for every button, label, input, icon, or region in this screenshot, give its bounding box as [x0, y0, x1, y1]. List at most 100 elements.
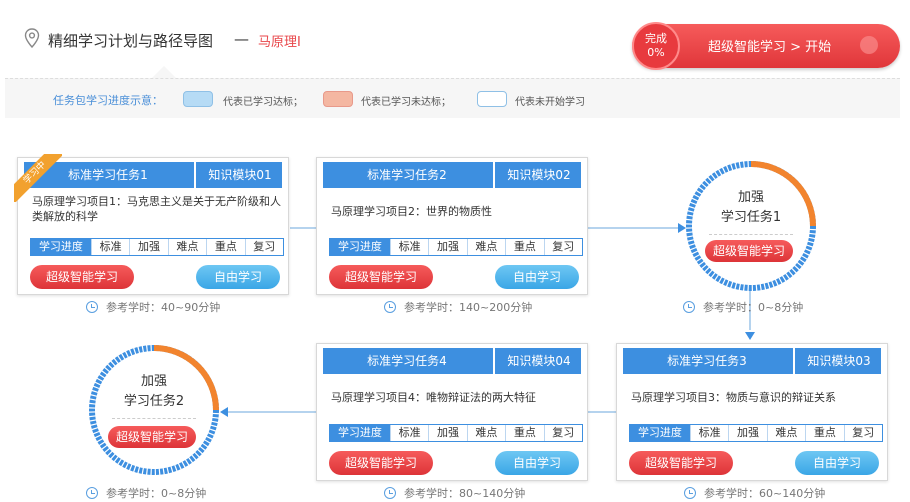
tab-review[interactable]: 复习: [244, 239, 283, 255]
smart-learning-button[interactable]: 超级智能学习: [329, 451, 433, 475]
task-card-2: 标准学习任务2 知识模块02 马原理学习项目2：世界的物质性 学习进度 标准 加…: [316, 157, 588, 295]
page-title: 精细学习计划与路径导图: [48, 32, 214, 50]
start-smart-learning-label: 超级智能学习 > 开始: [708, 40, 832, 55]
start-smart-learning-button[interactable]: 完成 0% 超级智能学习 > 开始: [632, 22, 900, 70]
task-description: 马原理学习项目1：马克思主义是关于无产阶级和人类解放的科学: [32, 195, 281, 223]
task-description: 马原理学习项目2：世界的物质性: [331, 205, 492, 218]
clock-icon: [384, 301, 396, 313]
reference-time: 参考学时：0~8分钟: [86, 485, 206, 501]
reinforce-line2: 学习任务1: [720, 210, 782, 225]
legend-label-not-passed: 代表已学习未达标；: [361, 97, 451, 108]
free-learning-button[interactable]: 自由学习: [495, 265, 579, 289]
task-description: 马原理学习项目4：唯物辩证法的两大特征: [331, 391, 536, 404]
reinforce-line1: 加强: [140, 374, 167, 389]
tab-reinforce[interactable]: 加强: [428, 425, 466, 441]
task-name: 标准学习任务4: [367, 354, 447, 368]
tab-key-points[interactable]: 重点: [505, 425, 543, 441]
task-tabs: 学习进度 标准 加强 难点 重点 复习: [30, 238, 284, 256]
clock-icon: [86, 487, 98, 499]
free-learning-button[interactable]: 自由学习: [795, 451, 879, 475]
task-name: 标准学习任务3: [667, 354, 747, 368]
location-pin-icon: [24, 28, 40, 48]
tab-standard[interactable]: 标准: [389, 239, 428, 255]
completion-percent: 0%: [647, 46, 665, 59]
tab-reinforce[interactable]: 加强: [129, 239, 167, 255]
reinforce-ring: [89, 345, 219, 475]
tab-difficult[interactable]: 难点: [766, 425, 805, 441]
reinforce-smart-learning-button[interactable]: 超级智能学习: [108, 426, 196, 448]
course-name: 马原理I: [258, 35, 301, 50]
reinforce-line2: 学习任务2: [123, 394, 185, 409]
completion-indicator: 完成 0%: [632, 22, 680, 70]
reinforce-task-1: 加强 学习任务1 超级智能学习: [683, 158, 819, 294]
task-card-4: 标准学习任务4 知识模块04 马原理学习项目4：唯物辩证法的两大特征 学习进度 …: [316, 343, 588, 481]
page-header: 精细学习计划与路径导图 — 马原理I 完成 0% 超级智能学习 > 开始: [0, 0, 910, 78]
tab-standard[interactable]: 标准: [389, 425, 428, 441]
smart-learning-button[interactable]: 超级智能学习: [30, 265, 134, 289]
arrow-down-icon: [745, 332, 755, 340]
reference-time: 参考学时：140~200分钟: [384, 299, 532, 315]
connector-2-r1: [588, 227, 680, 229]
legend-label-not-started: 代表未开始学习: [515, 97, 585, 108]
smart-learning-button[interactable]: 超级智能学习: [629, 451, 733, 475]
free-learning-button[interactable]: 自由学习: [495, 451, 579, 475]
tab-key-points[interactable]: 重点: [805, 425, 843, 441]
completion-label: 完成: [645, 32, 667, 45]
legend-swatch-passed: [183, 91, 213, 107]
reinforce-task-2: 加强 学习任务2 超级智能学习: [86, 342, 222, 478]
clock-icon: [384, 487, 396, 499]
legend-title: 任务包学习进度示意：: [53, 94, 163, 107]
reinforce-line1: 加强: [737, 190, 764, 205]
free-learning-button[interactable]: 自由学习: [196, 265, 280, 289]
reference-time: 参考学时：40~90分钟: [86, 299, 220, 315]
task-tabs: 学习进度 标准 加强 难点 重点 复习: [329, 238, 583, 256]
task-card-header: 标准学习任务2 知识模块02: [323, 162, 581, 188]
tab-standard[interactable]: 标准: [90, 239, 129, 255]
legend-label-passed: 代表已学习达标；: [223, 97, 303, 108]
module-name: 知识模块02: [507, 168, 571, 182]
tab-progress[interactable]: 学习进度: [630, 425, 690, 441]
tab-difficult[interactable]: 难点: [466, 425, 505, 441]
legend-notch: [152, 66, 176, 78]
clock-icon: [86, 301, 98, 313]
tab-key-points[interactable]: 重点: [206, 239, 244, 255]
task-name: 标准学习任务2: [367, 168, 447, 182]
connector-1-2: [290, 227, 316, 229]
task-tabs: 学习进度 标准 加强 难点 重点 复习: [329, 424, 583, 442]
legend-swatch-not-started: [477, 91, 507, 107]
task-tabs: 学习进度 标准 加强 难点 重点 复习: [629, 424, 883, 442]
title-separator: —: [234, 30, 249, 48]
module-name: 知识模块03: [807, 354, 871, 368]
reference-time: 参考学时：60~140分钟: [684, 485, 825, 501]
module-name: 知识模块04: [507, 354, 571, 368]
task-card-header: 标准学习任务1 知识模块01: [24, 162, 282, 188]
tab-progress[interactable]: 学习进度: [31, 239, 91, 255]
tab-difficult[interactable]: 难点: [466, 239, 505, 255]
task-card-1: 标准学习任务1 知识模块01 学习中 马原理学习项目1：马克思主义是关于无产阶级…: [14, 154, 289, 295]
reference-time: 参考学时：80~140分钟: [384, 485, 525, 501]
tab-reinforce[interactable]: 加强: [728, 425, 766, 441]
tab-standard[interactable]: 标准: [689, 425, 728, 441]
reinforce-ring: [686, 161, 816, 291]
tab-difficult[interactable]: 难点: [167, 239, 206, 255]
tab-progress[interactable]: 学习进度: [330, 239, 390, 255]
tab-progress[interactable]: 学习进度: [330, 425, 390, 441]
connector-4-r2: [226, 411, 316, 413]
tab-review[interactable]: 复习: [543, 425, 582, 441]
clock-icon: [684, 487, 696, 499]
connector-3-4: [588, 411, 616, 413]
smart-learning-button[interactable]: 超级智能学习: [329, 265, 433, 289]
arrow-circle-icon: [860, 36, 878, 54]
reinforce-smart-learning-button[interactable]: 超级智能学习: [705, 240, 793, 262]
tab-key-points[interactable]: 重点: [505, 239, 543, 255]
task-card-header: 标准学习任务4 知识模块04: [323, 348, 581, 374]
progress-legend: 任务包学习进度示意： 代表已学习达标； 代表已学习未达标； 代表未开始学习: [5, 78, 900, 118]
task-card-3: 标准学习任务3 知识模块03 马原理学习项目3：物质与意识的辩证关系 学习进度 …: [616, 343, 888, 481]
tab-review[interactable]: 复习: [843, 425, 882, 441]
tab-reinforce[interactable]: 加强: [428, 239, 466, 255]
reference-time: 参考学时：0~8分钟: [683, 299, 803, 315]
legend-swatch-not-passed: [323, 91, 353, 107]
task-card-header: 标准学习任务3 知识模块03: [623, 348, 881, 374]
tab-review[interactable]: 复习: [543, 239, 582, 255]
task-description: 马原理学习项目3：物质与意识的辩证关系: [631, 391, 836, 404]
